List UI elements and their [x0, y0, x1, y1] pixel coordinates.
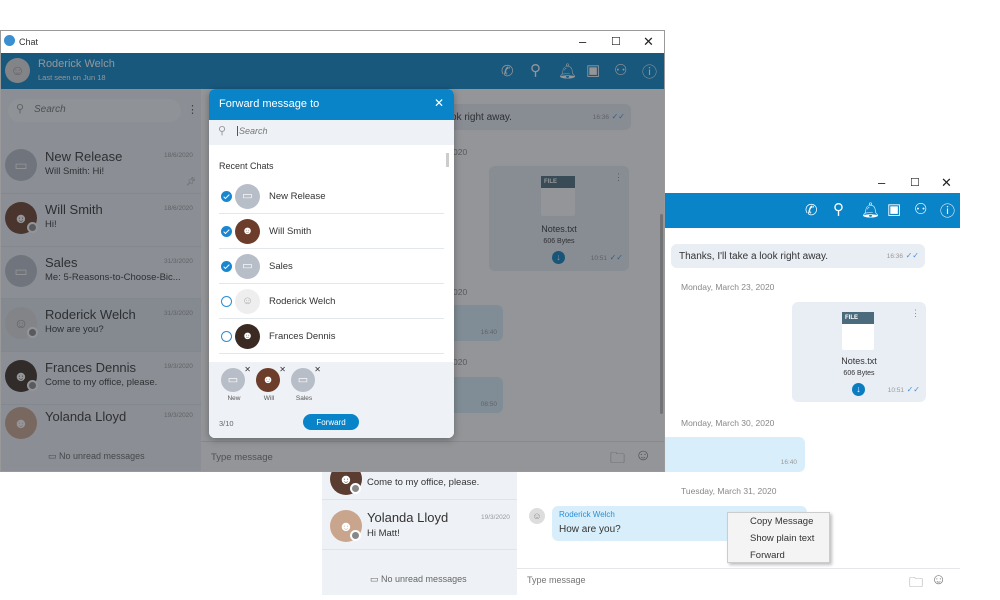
group-avatar: ▭	[221, 368, 245, 392]
contact-row[interactable]: ▭ New Release	[219, 179, 444, 214]
bell-icon[interactable]: 🔔︎	[861, 201, 880, 219]
chat-preview: Come to my office, please.	[367, 477, 480, 488]
no-unread-label: ▭ No unread messages	[370, 574, 467, 585]
dialog-search[interactable]: ⚲	[209, 120, 454, 145]
message-icon: ▭	[370, 574, 379, 584]
dialog-title: Forward message to	[219, 98, 320, 110]
close-button[interactable]: ✕	[941, 175, 952, 191]
day-separator: Monday, March 23, 2020	[681, 282, 775, 292]
minimize-button[interactable]: –	[579, 34, 586, 49]
context-menu: Copy Message Show plain text Forward	[727, 512, 830, 563]
file-message[interactable]: FILE Notes.txt 606 Bytes ↓ 10:51✓✓ ⋮	[792, 302, 926, 402]
file-name: Notes.txt	[841, 356, 877, 366]
avatar: ☻	[235, 219, 260, 244]
chat-date: 19/3/2020	[481, 514, 510, 521]
checkbox-unchecked[interactable]	[221, 331, 232, 342]
more-options-icon[interactable]: ⋮	[911, 308, 920, 319]
phone-icon[interactable]: ✆	[805, 201, 818, 219]
info-icon[interactable]: ⓘ	[940, 200, 955, 221]
close-button[interactable]: ✕	[643, 34, 654, 50]
message-time: 10:51	[887, 387, 904, 394]
chip-label: Sales	[295, 395, 313, 402]
menu-item-show-plain-text[interactable]: Show plain text	[728, 530, 829, 547]
avatar: ☻	[235, 324, 260, 349]
file-badge: FILE	[842, 312, 874, 324]
day-separator: Tuesday, March 31, 2020	[681, 486, 777, 496]
sender-avatar: ☺	[529, 508, 545, 524]
contact-row[interactable]: ☻ Will Smith	[219, 214, 444, 249]
forward-button[interactable]: Forward	[303, 414, 359, 430]
contact-name: Will Smith	[269, 226, 312, 237]
message-input-bar: 🗀 ☺	[517, 568, 960, 595]
avatar: ☻	[256, 368, 280, 392]
avatar: ☺	[235, 289, 260, 314]
file-size: 606 Bytes	[843, 370, 875, 377]
message-bubble[interactable]: Thanks, I'll take a look right away. 16:…	[671, 244, 925, 268]
contact-row[interactable]: ☻ Frances Dennis	[219, 319, 444, 354]
folder-icon[interactable]: 🗀	[909, 572, 923, 595]
read-check-icon: ✓✓	[906, 385, 920, 394]
day-separator: Monday, March 30, 2020	[681, 418, 775, 428]
message-time: 16:40	[780, 459, 797, 466]
file-icon: FILE	[842, 312, 874, 350]
group-avatar: ▭	[235, 254, 260, 279]
main-chat-window: Chat – ☐ ✕ ☺ Roderick Welch Last seen on…	[0, 30, 665, 472]
message-text: How are you?	[559, 524, 621, 535]
message-time: 16:36	[886, 253, 903, 260]
window-title: Chat	[19, 37, 39, 47]
title-bar: Chat – ☐ ✕	[1, 31, 664, 53]
remove-icon[interactable]: ✕	[279, 365, 286, 374]
group-avatar: ▭	[235, 184, 260, 209]
checkbox-checked[interactable]	[221, 191, 232, 202]
sender-name: Roderick Welch	[559, 510, 615, 519]
menu-item-forward[interactable]: Forward	[728, 547, 829, 564]
no-unread-text: No unread messages	[381, 574, 467, 584]
contact-name: Frances Dennis	[269, 331, 336, 342]
message-text: Thanks, I'll take a look right away.	[679, 251, 829, 262]
chip-label: New	[227, 395, 241, 402]
remove-icon[interactable]: ✕	[314, 365, 321, 374]
maximize-button[interactable]: ☐	[611, 35, 621, 48]
contact-row[interactable]: ▭ Sales	[219, 249, 444, 284]
remove-icon[interactable]: ✕	[244, 365, 251, 374]
maximize-button[interactable]: ☐	[910, 176, 920, 189]
message-input[interactable]	[527, 575, 827, 585]
checkbox-checked[interactable]	[221, 226, 232, 237]
contact-row[interactable]: ☺ Roderick Welch	[219, 284, 444, 319]
selection-count: 3/10	[219, 419, 234, 428]
read-check-icon: ✓✓	[905, 251, 919, 260]
dialog-header: Forward message to ✕	[209, 89, 454, 120]
checkbox-checked[interactable]	[221, 261, 232, 272]
status-dot	[350, 530, 361, 541]
selected-chip: ▭ ✕ Sales	[291, 365, 321, 402]
emoji-icon[interactable]: ☺	[931, 571, 946, 588]
contact-card-icon[interactable]: ▣	[887, 200, 901, 218]
chip-label: Will	[263, 395, 275, 402]
selected-chip: ▭ ✕ New	[221, 365, 251, 402]
group-avatar: ▭	[291, 368, 315, 392]
search-icon: ⚲	[218, 125, 227, 137]
dialog-search-input[interactable]	[237, 126, 387, 136]
chat-item-yolanda[interactable]: ☻ Yolanda Lloyd Hi Matt! 19/3/2020	[322, 500, 517, 550]
selected-chips: ▭ ✕ New ☻ ✕ Will ▭ ✕ Sales	[209, 362, 454, 404]
contact-name: Sales	[269, 261, 293, 272]
checkbox-unchecked[interactable]	[221, 296, 232, 307]
chat-name: Yolanda Lloyd	[367, 510, 449, 525]
section-label: Recent Chats	[219, 161, 274, 171]
minimize-button[interactable]: –	[878, 175, 885, 190]
download-icon[interactable]: ↓	[852, 383, 865, 396]
dialog-footer: 3/10 Forward	[209, 404, 454, 438]
forward-dialog: Forward message to ✕ ⚲ Recent Chats ▭ Ne…	[209, 89, 454, 438]
search-icon[interactable]: ⚲	[833, 200, 844, 218]
contact-name: New Release	[269, 191, 326, 202]
add-user-icon[interactable]: ⚇	[914, 200, 927, 218]
chat-preview: Hi Matt!	[367, 528, 400, 539]
contact-name: Roderick Welch	[269, 296, 336, 307]
close-icon[interactable]: ✕	[434, 96, 444, 110]
menu-item-copy-message[interactable]: Copy Message	[728, 513, 829, 530]
selected-chip: ☻ ✕ Will	[256, 365, 286, 402]
status-dot	[350, 483, 361, 494]
app-logo-icon	[4, 35, 15, 46]
dialog-scrollbar[interactable]	[446, 153, 449, 167]
